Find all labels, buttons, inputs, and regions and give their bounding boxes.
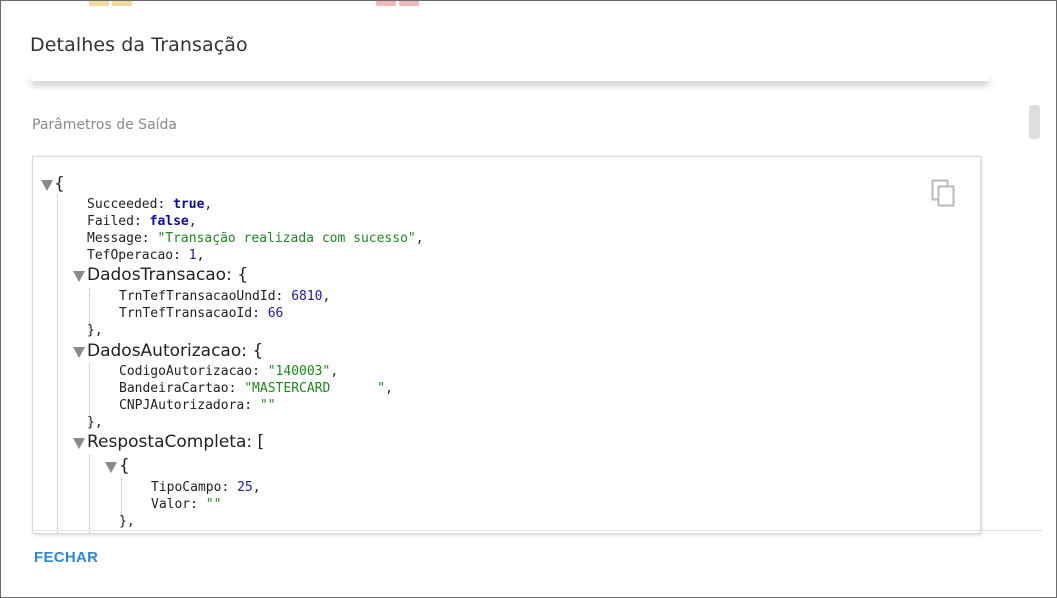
json-value: 66 bbox=[267, 306, 284, 321]
json-root-open: { bbox=[54, 174, 65, 194]
json-object-close: }, bbox=[87, 415, 103, 430]
json-key: BandeiraCartao bbox=[119, 381, 229, 396]
json-row-trn-und-id: TrnTefTransacaoUndId: 6810, bbox=[119, 289, 331, 304]
json-row-bandeira-cartao: BandeiraCartao: "MASTERCARD ", bbox=[119, 381, 393, 396]
json-value: 25 bbox=[237, 480, 253, 495]
json-row-valor: Valor: "" bbox=[151, 497, 222, 512]
json-row-message: Message: "Transação realizada com sucess… bbox=[87, 231, 424, 246]
json-value: "Transação realizada com sucesso" bbox=[157, 231, 416, 246]
json-object-close: }, bbox=[87, 323, 103, 338]
json-array-resposta-completa: RespostaCompleta: [ bbox=[87, 432, 265, 452]
json-key: TipoCampo bbox=[151, 480, 222, 495]
json-key: DadosAutorizacao bbox=[87, 341, 242, 361]
json-key: Message bbox=[87, 231, 142, 246]
json-value: false bbox=[149, 214, 189, 229]
json-row-codigo-autorizacao: CodigoAutorizacao: "140003", bbox=[119, 364, 339, 379]
indent-guide bbox=[57, 194, 58, 533]
json-row-failed: Failed: false, bbox=[87, 214, 197, 229]
json-row-trn-id: TrnTefTransacaoId: 66 bbox=[119, 306, 284, 321]
json-row-cnpj-autorizadora: CNPJAutorizadora: "" bbox=[119, 398, 276, 413]
json-row-tefoperacao: TefOperacao: 1, bbox=[87, 248, 205, 263]
triangle-down-icon[interactable] bbox=[41, 180, 53, 191]
json-value: 1 bbox=[188, 248, 197, 263]
json-key: RespostaCompleta bbox=[87, 432, 247, 452]
section-label: Parâmetros de Saída bbox=[32, 117, 177, 133]
footer-divider bbox=[32, 530, 1042, 531]
triangle-down-icon[interactable] bbox=[73, 347, 85, 358]
json-viewer: { Succeeded: true, Failed: false, Messag… bbox=[32, 156, 981, 534]
json-value: "MASTERCARD " bbox=[244, 381, 386, 396]
header-divider bbox=[31, 73, 989, 81]
json-key: Failed bbox=[87, 214, 134, 229]
json-value: "" bbox=[205, 497, 222, 512]
background-legend-peek-2 bbox=[376, 1, 422, 6]
json-key: TefOperacao bbox=[87, 248, 174, 263]
json-key: Succeeded bbox=[87, 197, 158, 212]
indent-guide bbox=[121, 479, 122, 517]
triangle-down-icon[interactable] bbox=[105, 462, 117, 473]
json-value: 6810 bbox=[291, 289, 323, 304]
json-value: true bbox=[173, 197, 205, 212]
json-key: TrnTefTransacaoUndId bbox=[119, 289, 276, 304]
triangle-down-icon[interactable] bbox=[73, 438, 85, 449]
json-key: CNPJAutorizadora bbox=[119, 398, 245, 413]
close-button[interactable]: FECHAR bbox=[34, 549, 98, 566]
json-object-close: }, bbox=[119, 514, 135, 529]
json-key: DadosTransacao bbox=[87, 265, 227, 285]
dialog-title: Detalhes da Transação bbox=[30, 34, 248, 56]
json-row-tipo-campo: TipoCampo: 25, bbox=[151, 480, 261, 495]
transaction-details-dialog: Detalhes da Transação Parâmetros de Saíd… bbox=[0, 0, 1057, 598]
json-object-dados-autorizacao: DadosAutorizacao: { bbox=[87, 341, 264, 361]
json-key: CodigoAutorizacao bbox=[119, 364, 253, 379]
json-key: Valor bbox=[151, 497, 191, 512]
indent-guide bbox=[89, 455, 90, 533]
json-value: "140003" bbox=[267, 364, 331, 379]
scrollbar-thumb[interactable] bbox=[1029, 105, 1040, 139]
background-legend-peek bbox=[89, 1, 135, 6]
json-object-dados-transacao: DadosTransacao: { bbox=[87, 265, 249, 285]
json-value: "" bbox=[259, 398, 276, 413]
triangle-down-icon[interactable] bbox=[73, 271, 85, 282]
json-array-item-open: { bbox=[119, 456, 130, 476]
copy-icon[interactable] bbox=[931, 179, 957, 209]
json-row-succeeded: Succeeded: true, bbox=[87, 197, 213, 212]
json-key: TrnTefTransacaoId bbox=[119, 306, 253, 321]
